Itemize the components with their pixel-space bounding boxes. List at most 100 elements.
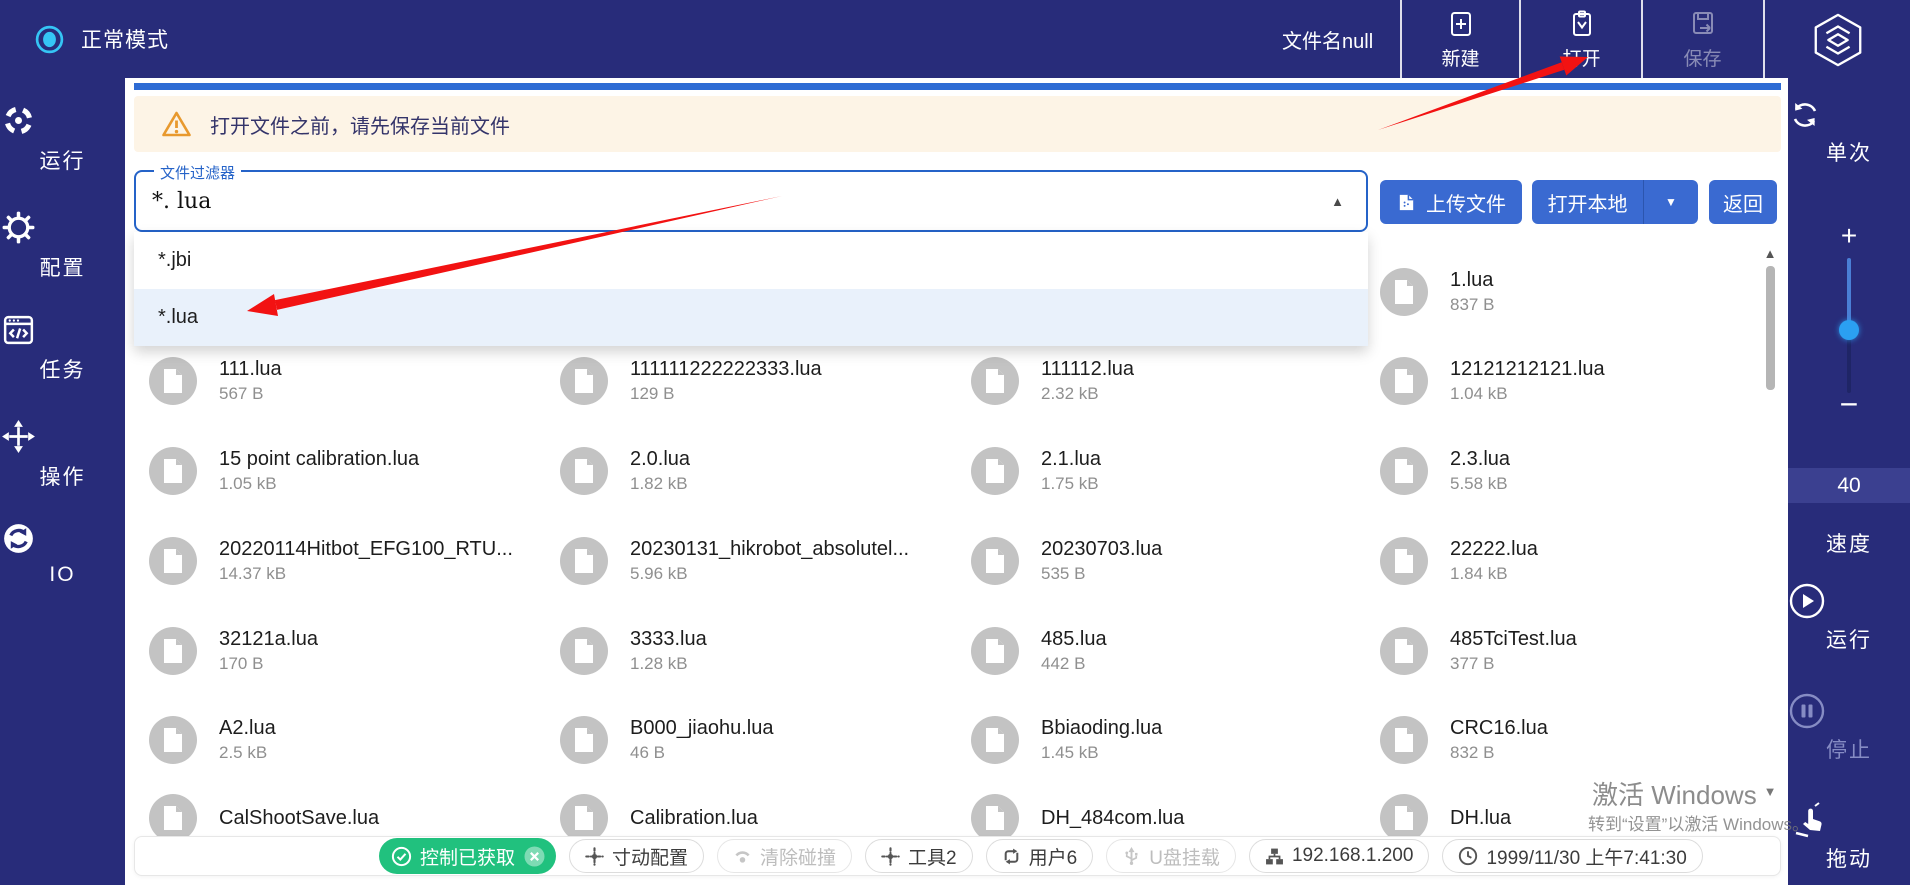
file-item[interactable]: 12121212121.lua 1.04 kB (1380, 357, 1605, 405)
file-item[interactable]: 2.3.lua 5.58 kB (1380, 447, 1510, 495)
run-button[interactable]: 运行 (1788, 582, 1910, 654)
open-file-icon (1566, 8, 1598, 40)
file-icon (1380, 268, 1428, 316)
file-item[interactable]: CalShootSave.lua (149, 794, 379, 842)
open-file-button[interactable]: 打开 (1521, 0, 1642, 78)
speed-slider-track[interactable] (1847, 258, 1851, 329)
clear-collision-pill[interactable]: 清除碰撞 (717, 839, 852, 873)
file-item[interactable]: CRC16.lua 832 B (1380, 716, 1548, 764)
scrollbar-down-icon[interactable]: ▼ (1761, 784, 1779, 799)
file-size: 1.75 kB (1041, 472, 1101, 495)
file-icon (560, 627, 608, 675)
file-icon (1380, 716, 1428, 764)
user-frame-pill[interactable]: 用户6 (986, 839, 1094, 873)
file-item[interactable]: B000_jiaohu.lua 46 B (560, 716, 773, 764)
file-item[interactable]: 32121a.lua 170 B (149, 627, 318, 675)
check-circle-icon (391, 846, 412, 867)
file-item[interactable]: 111111222222333.lua 129 B (560, 357, 822, 405)
file-item[interactable]: 22222.lua 1.84 kB (1380, 537, 1538, 585)
file-item[interactable]: DH_484com.lua (971, 794, 1184, 842)
file-name: 111111222222333.lua (630, 357, 822, 382)
task-code-icon (0, 311, 125, 348)
file-item[interactable]: 20230703.lua 535 B (971, 537, 1162, 585)
file-item[interactable]: 485.lua 442 B (971, 627, 1107, 675)
open-local-button[interactable]: 打开本地 (1532, 180, 1643, 224)
file-name: 2.3.lua (1450, 447, 1510, 472)
mode-label: 正常模式 (81, 24, 169, 54)
file-icon (1380, 794, 1428, 842)
mode-indicator[interactable]: 正常模式 (34, 0, 169, 78)
file-item[interactable]: Bbiaoding.lua 1.45 kB (971, 716, 1162, 764)
upload-file-label: 上传文件 (1426, 188, 1506, 217)
file-size: 1.45 kB (1041, 741, 1162, 764)
file-item[interactable]: 1.lua 837 B (1380, 268, 1494, 316)
nav-item-run[interactable]: 运行 (0, 102, 125, 175)
file-item[interactable]: 111112.lua 2.32 kB (971, 357, 1134, 405)
ip-address-label: 192.168.1.200 (1292, 845, 1414, 867)
file-item[interactable]: Calibration.lua (560, 794, 758, 842)
jog-config-pill[interactable]: 寸动配置 (569, 839, 704, 873)
user-frame-label: 用户6 (1029, 843, 1078, 870)
nav-item-config[interactable]: 配置 (0, 209, 125, 282)
file-name: 12121212121.lua (1450, 357, 1605, 382)
dropdown-option-jbi[interactable]: *.jbi (134, 232, 1368, 289)
file-size: 1.04 kB (1450, 382, 1605, 405)
dropdown-option-lua[interactable]: *.lua (134, 289, 1368, 346)
file-item[interactable]: 2.0.lua 1.82 kB (560, 447, 690, 495)
speed-plus-button[interactable]: + (1788, 220, 1910, 252)
brand-logo (1806, 8, 1870, 72)
upload-file-button[interactable]: 上传文件 (1380, 180, 1522, 224)
left-nav: 运行 配置 任务 操作 IO (0, 78, 125, 885)
file-name: 15 point calibration.lua (219, 447, 419, 472)
scrollbar-up-icon[interactable]: ▲ (1761, 246, 1779, 261)
new-file-label: 新建 (1441, 44, 1479, 71)
gear-icon (0, 209, 125, 246)
drag-hand-icon (1788, 800, 1910, 840)
new-file-button[interactable]: 新建 (1400, 0, 1521, 78)
stop-button[interactable]: 停止 (1788, 692, 1910, 764)
file-item[interactable]: A2.lua 2.5 kB (149, 716, 276, 764)
file-item[interactable]: 2.1.lua 1.75 kB (971, 447, 1101, 495)
tool-pill[interactable]: 工具2 (865, 839, 973, 873)
file-size: 442 B (1041, 652, 1107, 675)
drag-button[interactable]: 拖动 (1788, 800, 1910, 873)
file-item[interactable]: 111.lua 567 B (149, 357, 282, 405)
file-icon (560, 794, 608, 842)
file-size: 1.05 kB (219, 472, 419, 495)
file-size: 837 B (1450, 293, 1494, 316)
speed-slider-knob[interactable] (1839, 320, 1859, 340)
nav-item-task[interactable]: 任务 (0, 311, 125, 384)
control-acquired-pill[interactable]: 控制已获取 (379, 838, 556, 874)
speed-minus-button[interactable]: − (1788, 386, 1910, 423)
file-filter-combobox[interactable]: 文件过滤器 *. lua ▲ (134, 170, 1368, 232)
nav-item-operate[interactable]: 操作 (0, 418, 125, 491)
file-item[interactable]: 485TciTest.lua 377 B (1380, 627, 1577, 675)
file-item[interactable]: 15 point calibration.lua 1.05 kB (149, 447, 419, 495)
single-cycle-button[interactable]: 单次 (1788, 98, 1910, 167)
cycle-once-icon (1788, 98, 1910, 132)
back-button[interactable]: 返回 (1709, 180, 1777, 224)
file-item[interactable]: 20230131_hikrobot_absolutel... 5.96 kB (560, 537, 909, 585)
file-icon (971, 357, 1019, 405)
file-item[interactable]: 3333.lua 1.28 kB (560, 627, 707, 675)
user-frame-icon (1002, 847, 1021, 866)
file-icon (560, 716, 608, 764)
scrollbar-thumb[interactable] (1766, 266, 1775, 390)
usb-mount-pill[interactable]: U盘挂载 (1106, 839, 1236, 873)
file-size: 170 B (219, 652, 318, 675)
file-name: 32121a.lua (219, 627, 318, 652)
file-item[interactable]: 20220114Hitbot_EFG100_RTU... 14.37 kB (149, 537, 513, 585)
file-size: 1.28 kB (630, 652, 707, 675)
drag-label: 拖动 (1788, 843, 1910, 873)
caret-up-icon[interactable]: ▲ (1331, 172, 1344, 230)
save-file-button[interactable]: 保存 (1642, 0, 1763, 78)
chevron-down-icon: ▼ (1665, 195, 1677, 209)
datetime-pill[interactable]: 1999/11/30 上午7:41:30 (1442, 839, 1702, 873)
open-local-dropdown-button[interactable]: ▼ (1643, 180, 1698, 224)
file-item[interactable]: DH.lua (1380, 794, 1511, 842)
new-file-icon (1445, 8, 1477, 40)
ip-address-pill[interactable]: 192.168.1.200 (1249, 839, 1430, 873)
file-name: 3333.lua (630, 627, 707, 652)
nav-item-io[interactable]: IO (0, 520, 125, 587)
dismiss-circle-icon[interactable] (523, 845, 546, 868)
